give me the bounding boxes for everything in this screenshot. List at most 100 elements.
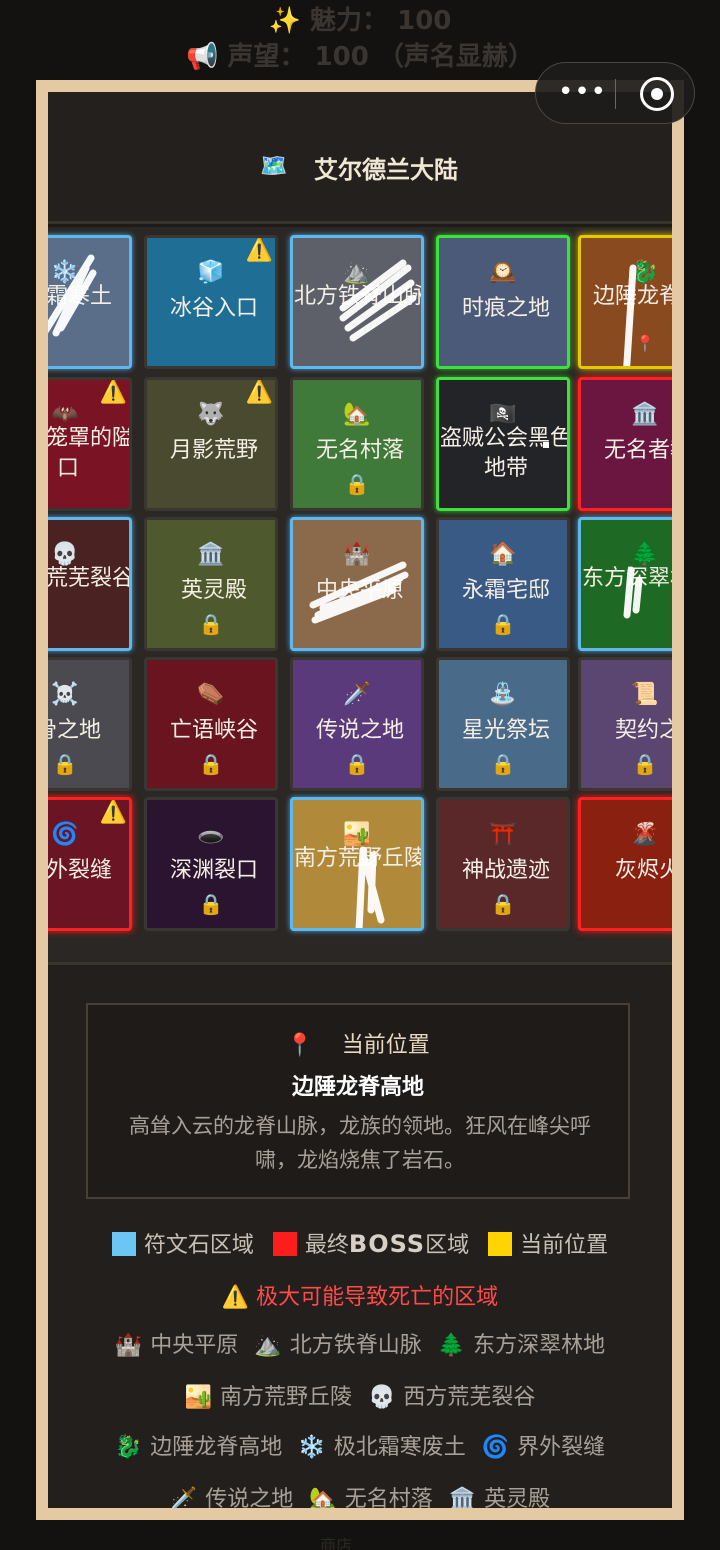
tile-name: 亡语峡谷 [169,718,258,743]
tile-region-icon: 🏛️ [197,542,225,567]
tile-region-icon: 🏛️ [631,402,659,427]
tile-region-icon: ☠️ [51,682,79,707]
tile-region-icon: ⛲ [489,682,517,707]
map-tile[interactable]: 🦇血雾笼罩的隘口⚠️ [48,377,132,511]
current-location-label-text: 当前位置 [341,1033,430,1058]
region-label: 南方荒野丘陵 [219,1385,352,1410]
lock-icon: 🔒 [198,752,224,776]
warning-icon: ⚠️ [99,380,127,405]
map-tile[interactable]: ⛩️ 神战遗迹 🔒 [436,797,570,931]
map-tile[interactable]: 🌲东方深翠林地 [578,517,672,651]
map-tile[interactable]: ⚰️ 亡语峡谷 🔒 [144,657,278,791]
close-miniprogram-icon[interactable] [640,77,674,111]
lock-icon: 🔒 [490,892,516,916]
region-label: 西方荒芜裂谷 [403,1385,536,1410]
map-tile[interactable]: 🐺 月影荒野 ⚠️ [144,377,278,511]
map-tile[interactable]: ⛰️ 北方铁脊山脉 [290,235,424,369]
map-tile[interactable]: 🏴‍☠️ 盗贼公会黑色地带 [436,377,570,511]
region-label: 无名村落 [344,1487,433,1508]
tile-name: 无名村落 [315,438,404,463]
more-menu-icon[interactable]: ••• [558,77,607,107]
tile-name: 神战遗迹 [461,858,550,883]
miniprogram-capsule: ••• [535,62,695,124]
tile-name: 界外裂缝 [48,858,112,883]
map-tile[interactable]: 🌋 灰烬火 [578,797,672,931]
warning-icon: ⚠️ [245,380,273,405]
lock-icon: 🔒 [198,892,224,916]
region-icon: 🏛️ [448,1487,477,1508]
legend-boss-word: BOSS [348,1230,426,1258]
map-icon: 🗺️ [260,154,288,179]
map-tile[interactable]: 🕳️ 深渊裂口 🔒 [144,797,278,931]
lock-icon: 🔒 [344,472,370,496]
region-icon: 🏡 [309,1487,337,1508]
tile-name: 北霜寒土 [48,284,112,309]
tile-name: 西方荒芜裂谷 [48,566,132,591]
region-icon: 🏰 [114,1333,143,1358]
legend-rune-label: 符文石区域 [143,1233,254,1258]
region-label: 极北霜寒废土 [333,1435,466,1460]
region-icon: 🏜️ [184,1385,212,1410]
map-tile[interactable]: 🗡️ 传说之地 🔒 [290,657,424,791]
lock-icon: 🔒 [52,752,78,776]
map-tile[interactable]: 🏛️ 英灵殿 🔒 [144,517,278,651]
legend-current: 当前位置 [488,1227,608,1259]
map-tile[interactable]: 🏜️ 南方荒野丘陵 [290,797,424,931]
tile-name: 中央平原 [315,578,404,603]
region-legend-item: 🐉 边陲龙脊高地 [115,1429,282,1461]
region-label: 东方深翠林地 [473,1333,606,1358]
region-legend-item: 🌀 界外裂缝 [482,1429,605,1461]
region-legend-item: 🗡️ 传说之地 [170,1481,293,1508]
tile-name: 盗贼公会黑色地带 [439,426,570,481]
bg-footer-text: 商店 [320,1536,353,1550]
region-legend-item: 🏜️ 南方荒野丘陵 [185,1379,352,1411]
region-icon: ❄️ [298,1435,326,1460]
region-icon: 🌀 [481,1435,510,1460]
tile-name: 深渊裂口 [169,858,258,883]
map-tile[interactable]: 🏛️ 无名者教 [578,377,672,511]
map-tile[interactable]: 🌀 界外裂缝 ⚠️ [48,797,132,931]
map-tile[interactable]: 🧊 冰谷入口 ⚠️ [144,235,278,369]
current-location-box: 📍 当前位置 边陲龙脊高地 高耸入云的龙脊山脉，龙族的领地。狂风在峰尖呼啸，龙焰… [86,1003,630,1199]
map-tile[interactable]: 🏠 永霜宅邸 🔒 [436,517,570,651]
tile-name: 英灵殿 [180,578,247,603]
tile-name: 冰谷入口 [169,296,258,321]
region-legend-item: ⛰️ 北方铁脊山脉 [254,1327,421,1359]
region-legend-item: ❄️ 极北霜寒废土 [298,1429,465,1461]
legend-boss: 最终BOSS区域 [272,1227,470,1259]
region-list-row-3: 🐉 边陲龙脊高地 ❄️ 极北霜寒废土 🌀 界外裂缝 [48,1429,672,1461]
tile-name: 灰烬火 [614,858,672,883]
tile-name: 传说之地 [315,718,404,743]
legend-current-label: 当前位置 [520,1233,609,1258]
map-tile[interactable]: 🕰️ 时痕之地 [436,235,570,369]
map-tile[interactable]: 💀西方荒芜裂谷 [48,517,132,651]
legend-boss-suffix: 区域 [425,1233,470,1258]
current-swatch [488,1232,513,1256]
tile-region-icon: 🐺 [197,402,225,427]
region-legend-item: 🏡 无名村落 [309,1481,432,1508]
tile-region-icon: 🕳️ [197,822,225,847]
map-tile[interactable]: ☠️ 骨之地 🔒 [48,657,132,791]
warning-icon: ⚠️ [245,238,273,263]
region-label: 英灵殿 [484,1487,551,1508]
map-tile[interactable]: ❄️北霜寒土 [48,235,132,369]
region-list-row-2: 🏜️ 南方荒野丘陵 💀 西方荒芜裂谷 [48,1379,672,1411]
current-location-label: 📍 当前位置 [88,1027,628,1059]
lock-icon: 🔒 [198,612,224,636]
tile-name: 时痕之地 [461,296,550,321]
map-tile[interactable]: ⛲ 星光祭坛 🔒 [436,657,570,791]
map-tile[interactable]: 🐉边陲龙脊地📍 [578,235,672,369]
legend-boss-prefix: 最终 [304,1233,349,1258]
map-tile[interactable]: 🏰 中央平原 [290,517,424,651]
lock-icon: 🔒 [632,752,658,776]
tile-name: 契约之 [614,718,672,743]
legend-rune: 符文石区域 [111,1227,254,1259]
map-tile[interactable]: 📜 契约之 🔒 [578,657,672,791]
lock-icon: 🔒 [490,612,516,636]
map-title: 艾尔德兰大陆 [314,156,458,184]
region-label: 中央平原 [150,1333,239,1358]
current-location-name: 边陲龙脊高地 [291,1075,424,1100]
region-icon: ⛰️ [254,1333,282,1358]
map-tile[interactable]: 🏡 无名村落 🔒 [290,377,424,511]
tile-region-icon: 🧊 [197,260,225,285]
